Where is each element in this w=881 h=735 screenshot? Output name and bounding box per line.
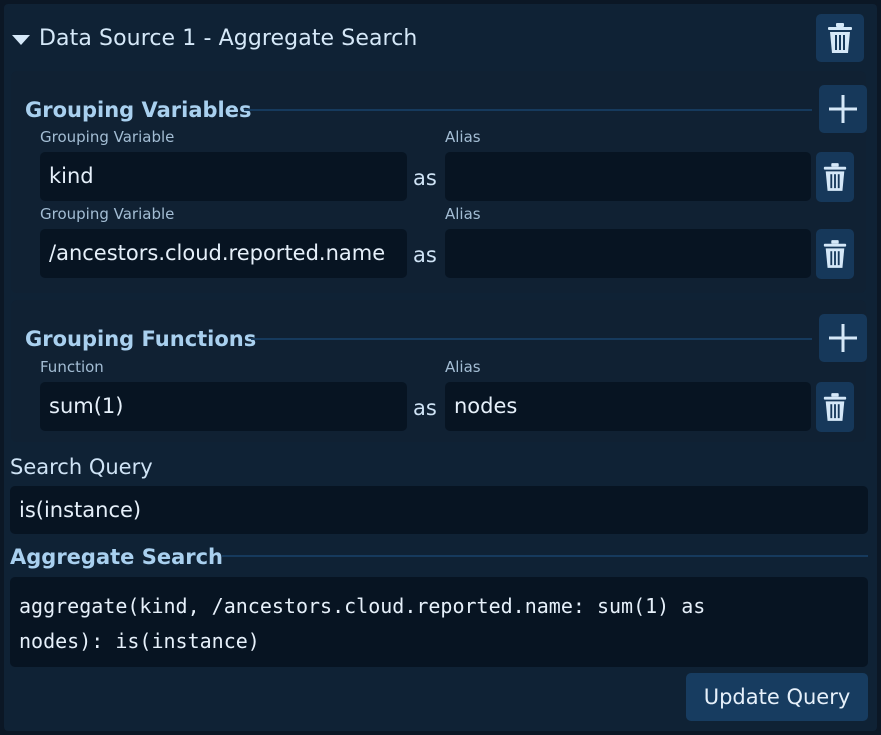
- as-label: as: [413, 396, 437, 420]
- plus-icon: [829, 324, 857, 352]
- trash-icon: [823, 393, 847, 421]
- divider: [222, 555, 868, 557]
- alias-label: Alias: [445, 358, 481, 376]
- grouping-variable-input[interactable]: /ancestors.cloud.reported.name: [40, 229, 407, 278]
- trash-icon: [823, 163, 847, 191]
- grouping-functions-title: Grouping Functions: [25, 327, 257, 351]
- grouping-variable-label: Grouping Variable: [40, 128, 175, 146]
- delete-grouping-variable-button[interactable]: [816, 229, 854, 279]
- trash-icon: [823, 240, 847, 268]
- aggregate-search-output: aggregate(kind, /ancestors.cloud.reporte…: [10, 577, 868, 667]
- update-query-button[interactable]: Update Query: [686, 673, 868, 721]
- aggregate-search-title: Aggregate Search: [10, 545, 224, 569]
- plus-icon: [829, 95, 857, 123]
- delete-grouping-function-button[interactable]: [816, 382, 854, 432]
- function-input[interactable]: sum(1): [40, 382, 407, 431]
- caret-down-icon[interactable]: [12, 34, 30, 45]
- data-source-panel: Data Source 1 - Aggregate Search Groupin…: [4, 4, 877, 731]
- delete-data-source-button[interactable]: [816, 14, 864, 62]
- grouping-variables-section: Grouping Variables Grouping Variable Ali…: [11, 71, 867, 293]
- trash-icon: [828, 23, 852, 53]
- alias-input[interactable]: nodes: [445, 382, 811, 431]
- divider: [251, 338, 812, 340]
- function-label: Function: [40, 358, 104, 376]
- grouping-variable-input[interactable]: kind: [40, 152, 407, 201]
- as-label: as: [413, 166, 437, 190]
- add-grouping-function-button[interactable]: [819, 314, 867, 362]
- grouping-functions-section: Grouping Functions Function Alias sum(1)…: [11, 300, 867, 442]
- alias-input[interactable]: [445, 229, 811, 278]
- add-grouping-variable-button[interactable]: [819, 85, 867, 133]
- delete-grouping-variable-button[interactable]: [816, 152, 854, 202]
- as-label: as: [413, 243, 437, 267]
- alias-label: Alias: [445, 128, 481, 146]
- alias-label: Alias: [445, 205, 481, 223]
- grouping-variables-title: Grouping Variables: [25, 98, 252, 122]
- grouping-variable-label: Grouping Variable: [40, 205, 175, 223]
- alias-input[interactable]: [445, 152, 811, 201]
- data-source-title: Data Source 1 - Aggregate Search: [39, 26, 418, 51]
- data-source-header[interactable]: Data Source 1 - Aggregate Search: [12, 26, 417, 51]
- search-query-input[interactable]: is(instance): [10, 486, 868, 534]
- divider: [244, 109, 812, 111]
- search-query-label: Search Query: [10, 455, 153, 479]
